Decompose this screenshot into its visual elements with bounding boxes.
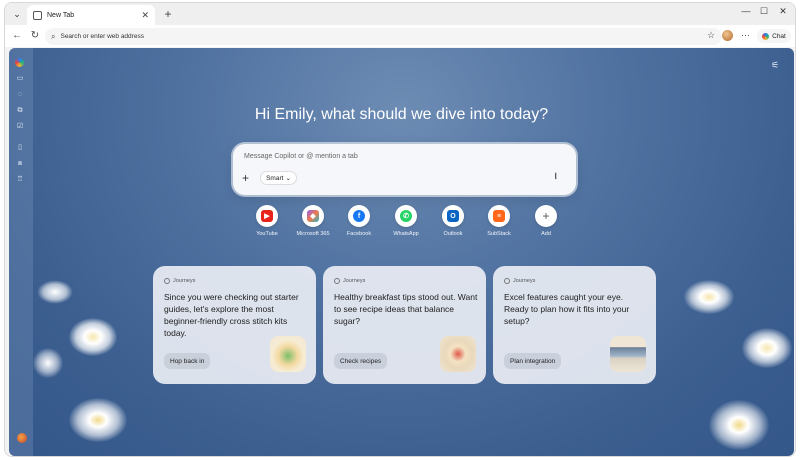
plan-integration-button[interactable]: Plan integration (504, 353, 562, 369)
laptop-desk-image (610, 336, 646, 372)
shortcut-substack[interactable]: ≡ SubStack (479, 205, 519, 237)
add-icon: + (542, 209, 550, 223)
shortcut-label: Facebook (346, 231, 372, 237)
address-placeholder: Search or enter web address (60, 33, 144, 40)
page-settings-icon[interactable]: ⚟ (771, 60, 779, 71)
card-tag: Journeys (173, 278, 196, 284)
minimize-button[interactable]: — (739, 6, 753, 16)
shortcut-label: Outlook (443, 231, 463, 237)
journeys-icon (334, 278, 340, 284)
breakfast-bowl-image (440, 336, 476, 372)
flower-decoration (69, 318, 117, 356)
card-tag: Journeys (513, 278, 536, 284)
journey-card[interactable]: Journeys Since you were checking out sta… (153, 266, 316, 384)
shortcut-whatsapp[interactable]: ✆ WhatsApp (386, 205, 426, 237)
search-icon: ⌕ (51, 31, 56, 41)
shortcut-add[interactable]: + Add (526, 205, 566, 237)
microsoft-365-icon: ◆ (307, 210, 319, 222)
shortcut-label: Microsoft 365 (296, 231, 330, 237)
favorites-icon[interactable]: ◌ (15, 90, 25, 100)
flower-decoration (684, 280, 734, 314)
browser-window: ⌄ New Tab ✕ + — ☐ ✕ ← ↻ ⌕ Search or ente… (4, 2, 796, 457)
history-icon[interactable]: ⧈ (15, 159, 25, 169)
flower-decoration (709, 400, 769, 450)
quick-links: ▶ YouTube ◆ Microsoft 365 f Facebook ✆ W… (247, 205, 567, 245)
copilot-icon[interactable] (15, 58, 24, 67)
card-tag: Journeys (343, 278, 366, 284)
youtube-icon: ▶ (261, 210, 273, 222)
refresh-icon[interactable]: ↻ (29, 30, 41, 42)
check-recipes-button[interactable]: Check recipes (334, 353, 388, 369)
cross-stitch-image (270, 336, 306, 372)
mode-selector[interactable]: Smart ⌄ (260, 171, 297, 185)
voice-input-icon[interactable]: 𝄃 (555, 172, 557, 182)
card-text: Since you were checking out starter guid… (164, 292, 299, 338)
tab-actions-button[interactable]: ⌄ (10, 7, 24, 21)
shortcut-microsoft-365[interactable]: ◆ Microsoft 365 (293, 205, 333, 237)
shortcut-outlook[interactable]: O Outlook (433, 205, 473, 237)
flower-decoration (742, 328, 792, 368)
tab-strip: ⌄ New Tab ✕ + — ☐ ✕ (5, 3, 795, 25)
back-arrow-icon[interactable]: ← (11, 30, 23, 42)
address-bar[interactable]: ⌕ Search or enter web address (45, 28, 722, 45)
flower-decoration (69, 398, 127, 442)
shortcut-facebook[interactable]: f Facebook (339, 205, 379, 237)
profile-icon[interactable] (17, 433, 27, 443)
new-tab-page: ▭ ◌ ⧉ ☑ ▯ ⧈ ♖ ⚟ Hi Emily, what should we… (9, 48, 794, 456)
shortcut-label: Add (541, 231, 551, 237)
flower-decoration (33, 348, 63, 378)
page-title: Hi Emily, what should we dive into today… (254, 106, 549, 123)
toolbar: ← ↻ ⌕ Search or enter web address ☆ ··· … (5, 25, 795, 47)
maximize-button[interactable]: ☐ (757, 6, 771, 17)
copilot-composer[interactable]: Message Copilot or @ mention a tab + Sma… (233, 144, 576, 195)
tab-title: New Tab (47, 11, 75, 19)
journeys-icon (164, 278, 170, 284)
journey-card[interactable]: Journeys Healthy breakfast tips stood ou… (323, 266, 486, 384)
tab-close-icon[interactable]: ✕ (141, 10, 149, 21)
shortcut-youtube[interactable]: ▶ YouTube (247, 205, 287, 237)
favorites-star-icon[interactable]: ☆ (707, 30, 715, 41)
card-text: Excel features caught your eye. Ready to… (504, 292, 630, 326)
more-menu-icon[interactable]: ··· (741, 30, 750, 40)
card-text: Healthy breakfast tips stood out. Want t… (334, 292, 478, 326)
hop-back-in-button[interactable]: Hop back in (164, 353, 211, 369)
copilot-icon (762, 32, 770, 40)
chevron-down-icon: ⌄ (285, 175, 291, 182)
journeys-icon (504, 278, 510, 284)
message-input[interactable]: Message Copilot or @ mention a tab (244, 153, 358, 160)
tab-page-icon (33, 10, 42, 20)
mode-label: Smart (266, 174, 284, 182)
tabs-icon[interactable]: ▭ (15, 74, 25, 84)
add-attachment-button[interactable]: + (242, 172, 249, 184)
close-window-button[interactable]: ✕ (776, 6, 790, 17)
profile-avatar[interactable] (722, 30, 733, 41)
outlook-icon: O (447, 210, 459, 222)
new-tab-button[interactable]: + (161, 7, 175, 21)
shortcut-label: YouTube (256, 231, 278, 237)
copilot-chat-button[interactable]: Chat (757, 29, 791, 43)
shopping-icon[interactable]: ▯ (15, 143, 25, 153)
flower-decoration (37, 280, 73, 304)
tools-icon[interactable]: ♖ (15, 175, 25, 185)
shortcut-label: SubStack (487, 231, 511, 237)
journey-card[interactable]: Journeys Excel features caught your eye.… (493, 266, 656, 384)
tab-new-tab[interactable]: New Tab ✕ (27, 5, 155, 25)
whatsapp-icon: ✆ (400, 210, 412, 222)
shortcut-label: WhatsApp (393, 231, 419, 237)
substack-icon: ≡ (493, 210, 505, 222)
facebook-icon: f (353, 210, 365, 222)
chat-label: Chat (772, 32, 786, 40)
